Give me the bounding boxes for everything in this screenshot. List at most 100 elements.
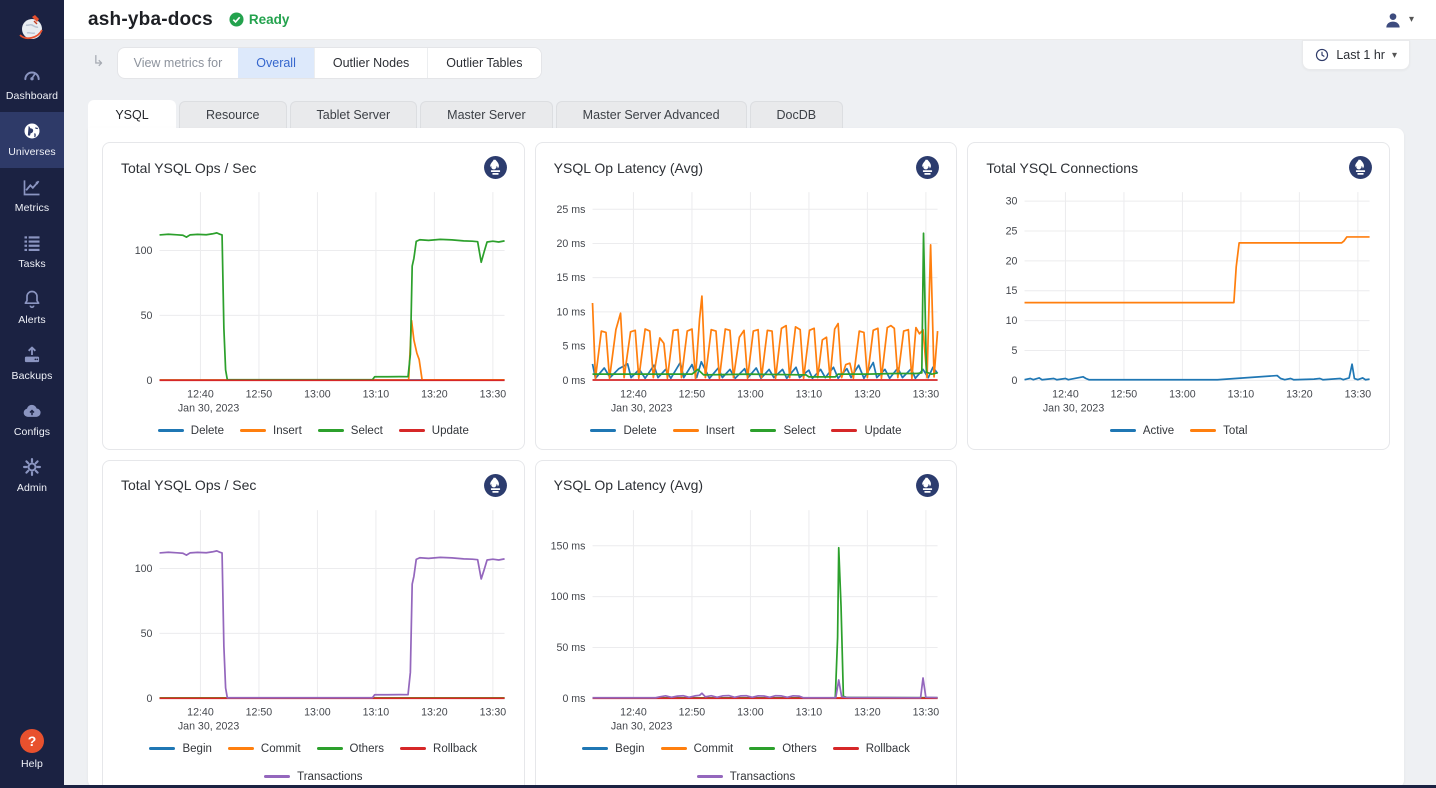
prometheus-link-icon[interactable] [1348,155,1373,180]
svg-text:13:00: 13:00 [304,706,331,718]
tab-master-server[interactable]: Master Server [420,101,553,128]
chart-plot-area: 0 ms50 ms100 ms150 ms12:4012:5013:0013:1… [548,498,945,739]
prometheus-link-icon[interactable] [915,155,940,180]
legend-swatch [831,429,857,432]
legend-item-delete[interactable]: Delete [590,425,656,437]
legend-item-rollback[interactable]: Rollback [400,743,477,755]
chart-plot[interactable]: 0 ms5 ms10 ms15 ms20 ms25 ms12:4012:5013… [548,182,945,421]
legend-item-commit[interactable]: Commit [228,743,301,755]
legend-item-begin[interactable]: Begin [582,743,644,755]
scope-label: View metrics for [118,56,239,70]
svg-text:100: 100 [135,245,153,257]
legend-label: Begin [182,743,211,755]
legend-item-update[interactable]: Update [831,425,901,437]
prometheus-link-icon[interactable] [915,473,940,498]
chart-plot[interactable]: 05010012:4012:5013:0013:1013:2013:30Jan … [115,500,512,739]
scope-tab-overall[interactable]: Overall [238,47,314,79]
legend-swatch [318,429,344,432]
legend-label: Update [864,425,901,437]
svg-text:13:10: 13:10 [795,706,822,718]
legend-item-update[interactable]: Update [399,425,469,437]
clock-icon [1315,48,1329,62]
legend-item-begin[interactable]: Begin [149,743,211,755]
list-icon [22,233,42,253]
legend-swatch [149,747,175,750]
tab-ysql[interactable]: YSQL [88,100,176,128]
svg-text:50: 50 [141,628,153,640]
charts-row-2: Total YSQL Ops / Sec 05010012:4012:5013:… [102,460,1390,788]
legend-item-transactions[interactable]: Transactions [264,771,362,783]
chevron-down-icon: ▾ [1392,50,1397,61]
chart-legend: Delete Insert Select Update [115,421,512,443]
tab-tablet-server[interactable]: Tablet Server [290,101,418,128]
sidebar-item-universes[interactable]: Universes [0,112,64,168]
legend-label: Delete [191,425,224,437]
user-menu[interactable]: ▾ [1383,10,1414,30]
legend-item-select[interactable]: Select [750,425,815,437]
tab-resource[interactable]: Resource [179,101,287,128]
sidebar-item-admin[interactable]: Admin [0,448,64,504]
legend-item-transactions[interactable]: Transactions [697,771,795,783]
sidebar-item-backups[interactable]: Backups [0,336,64,392]
chart-header: Total YSQL Ops / Sec [115,153,512,180]
legend-swatch [833,747,859,750]
chevron-down-icon: ▾ [1409,14,1414,25]
chart-plot-area: 05101520253012:4012:5013:0013:1013:2013:… [980,180,1377,421]
svg-text:13:00: 13:00 [304,389,331,401]
legend-swatch [697,775,723,778]
scope-tab-outlier-tables[interactable]: Outlier Tables [427,47,540,79]
chart-plot[interactable]: 0 ms50 ms100 ms150 ms12:4012:5013:0013:1… [548,500,945,739]
scope-tab-outlier-nodes[interactable]: Outlier Nodes [314,47,427,79]
legend-swatch [590,429,616,432]
sidebar-item-help[interactable]: ? Help [0,720,64,780]
sidebar-item-alerts[interactable]: Alerts [0,280,64,336]
tab-master-server-advanced[interactable]: Master Server Advanced [556,101,747,128]
line-chart-icon [22,177,42,197]
chart-title: Total YSQL Ops / Sec [121,477,256,493]
svg-text:20: 20 [1006,255,1018,267]
chart-plot[interactable]: 05101520253012:4012:5013:0013:1013:2013:… [980,182,1377,421]
sidebar-item-metrics[interactable]: Metrics [0,168,64,224]
chart-title: YSQL Op Latency (Avg) [554,477,703,493]
legend-item-active[interactable]: Active [1110,425,1174,437]
check-circle-icon [229,12,244,27]
tab-docdb[interactable]: DocDB [750,101,844,128]
legend-swatch [582,747,608,750]
legend-item-commit[interactable]: Commit [661,743,734,755]
chart-panel-total-ysql-ops: Total YSQL Ops / Sec 05010012:4012:5013:… [102,142,525,450]
legend-item-select[interactable]: Select [318,425,383,437]
svg-text:Jan 30, 2023: Jan 30, 2023 [178,721,239,733]
legend-item-insert[interactable]: Insert [240,425,302,437]
svg-text:13:20: 13:20 [854,389,881,401]
time-range-dropdown[interactable]: Last 1 hr ▾ [1302,40,1410,70]
legend-item-others[interactable]: Others [317,743,385,755]
sidebar-item-tasks[interactable]: Tasks [0,224,64,280]
svg-text:50 ms: 50 ms [556,642,585,654]
svg-text:13:10: 13:10 [1228,389,1255,401]
svg-text:13:00: 13:00 [1169,389,1196,401]
legend-swatch [750,429,776,432]
svg-text:0 ms: 0 ms [562,693,585,705]
legend-item-delete[interactable]: Delete [158,425,224,437]
svg-text:13:30: 13:30 [1345,389,1372,401]
svg-text:5: 5 [1012,345,1018,357]
legend-item-rollback[interactable]: Rollback [833,743,910,755]
svg-text:12:50: 12:50 [678,389,705,401]
sidebar-item-configs[interactable]: Configs [0,392,64,448]
legend-label: Commit [694,743,734,755]
chart-header: YSQL Op Latency (Avg) [548,471,945,498]
svg-text:15 ms: 15 ms [556,272,585,284]
yugabyte-logo[interactable] [0,0,64,56]
legend-item-insert[interactable]: Insert [673,425,735,437]
legend-label: Delete [623,425,656,437]
legend-item-total[interactable]: Total [1190,425,1247,437]
chart-plot[interactable]: 05010012:4012:5013:0013:1013:2013:30Jan … [115,182,512,421]
legend-item-others[interactable]: Others [749,743,817,755]
prometheus-link-icon[interactable] [483,155,508,180]
svg-text:10 ms: 10 ms [556,306,585,318]
sidebar-item-dashboard[interactable]: Dashboard [0,56,64,112]
svg-text:13:20: 13:20 [854,706,881,718]
legend-label: Others [782,743,817,755]
svg-text:13:30: 13:30 [480,389,507,401]
prometheus-link-icon[interactable] [483,473,508,498]
